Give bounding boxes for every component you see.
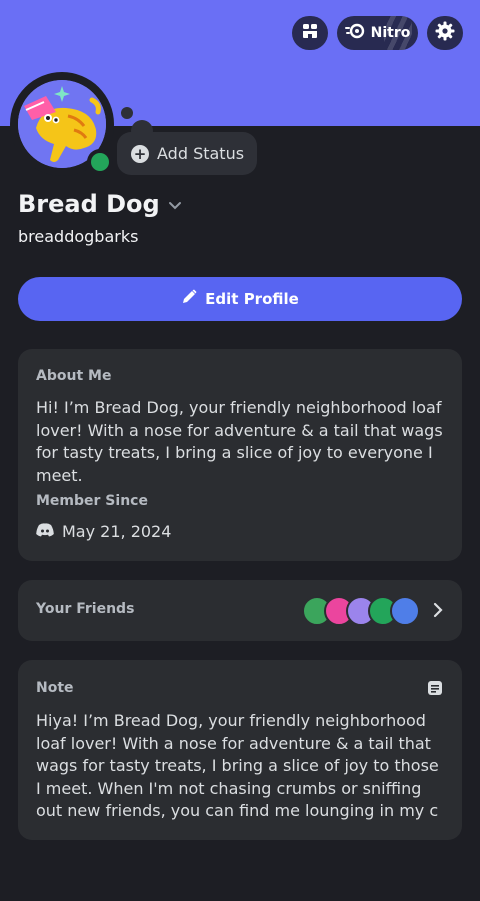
member-since-row: May 21, 2024 (36, 522, 171, 541)
plus-icon: + (131, 144, 149, 163)
nitro-button[interactable]: Nitro (337, 16, 418, 50)
display-name-row[interactable]: Bread Dog (18, 190, 182, 218)
member-since-heading: Member Since (36, 493, 148, 509)
add-status-button[interactable]: + Add Status (117, 132, 257, 175)
member-since-date: May 21, 2024 (62, 522, 172, 541)
note-icon[interactable] (427, 680, 443, 700)
status-bubble-dot (121, 107, 133, 119)
note-card: Note Hiya! I’m Bread Dog, your friendly … (18, 660, 462, 840)
shop-button[interactable] (292, 16, 328, 50)
add-status-label: Add Status (157, 144, 245, 163)
edit-profile-button[interactable]: Edit Profile (18, 277, 462, 321)
about-me-card: About Me Hi! I’m Bread Dog, your friendl… (18, 349, 462, 561)
edit-profile-label: Edit Profile (205, 290, 299, 308)
online-status-indicator (91, 153, 109, 171)
friend-avatar-stack (302, 596, 422, 626)
note-text[interactable]: Hiya! I’m Bread Dog, your friendly neigh… (36, 710, 448, 823)
username: breaddogbarks (18, 227, 139, 246)
gear-icon (435, 21, 455, 45)
about-me-heading: About Me (36, 368, 112, 384)
friend-avatar (390, 596, 420, 626)
chevron-right-icon (432, 601, 444, 623)
your-friends-heading: Your Friends (36, 601, 135, 617)
nitro-icon (344, 23, 365, 43)
shop-icon (301, 22, 319, 44)
your-friends-row[interactable]: Your Friends (18, 580, 462, 641)
chevron-down-icon (168, 190, 182, 218)
nitro-stripes (384, 16, 412, 50)
note-heading: Note (36, 680, 74, 696)
about-me-text: Hi! I’m Bread Dog, your friendly neighbo… (36, 398, 443, 485)
settings-button[interactable] (427, 16, 463, 50)
display-name: Bread Dog (18, 190, 160, 218)
pencil-icon (181, 289, 197, 309)
discord-logo-icon (36, 522, 54, 541)
